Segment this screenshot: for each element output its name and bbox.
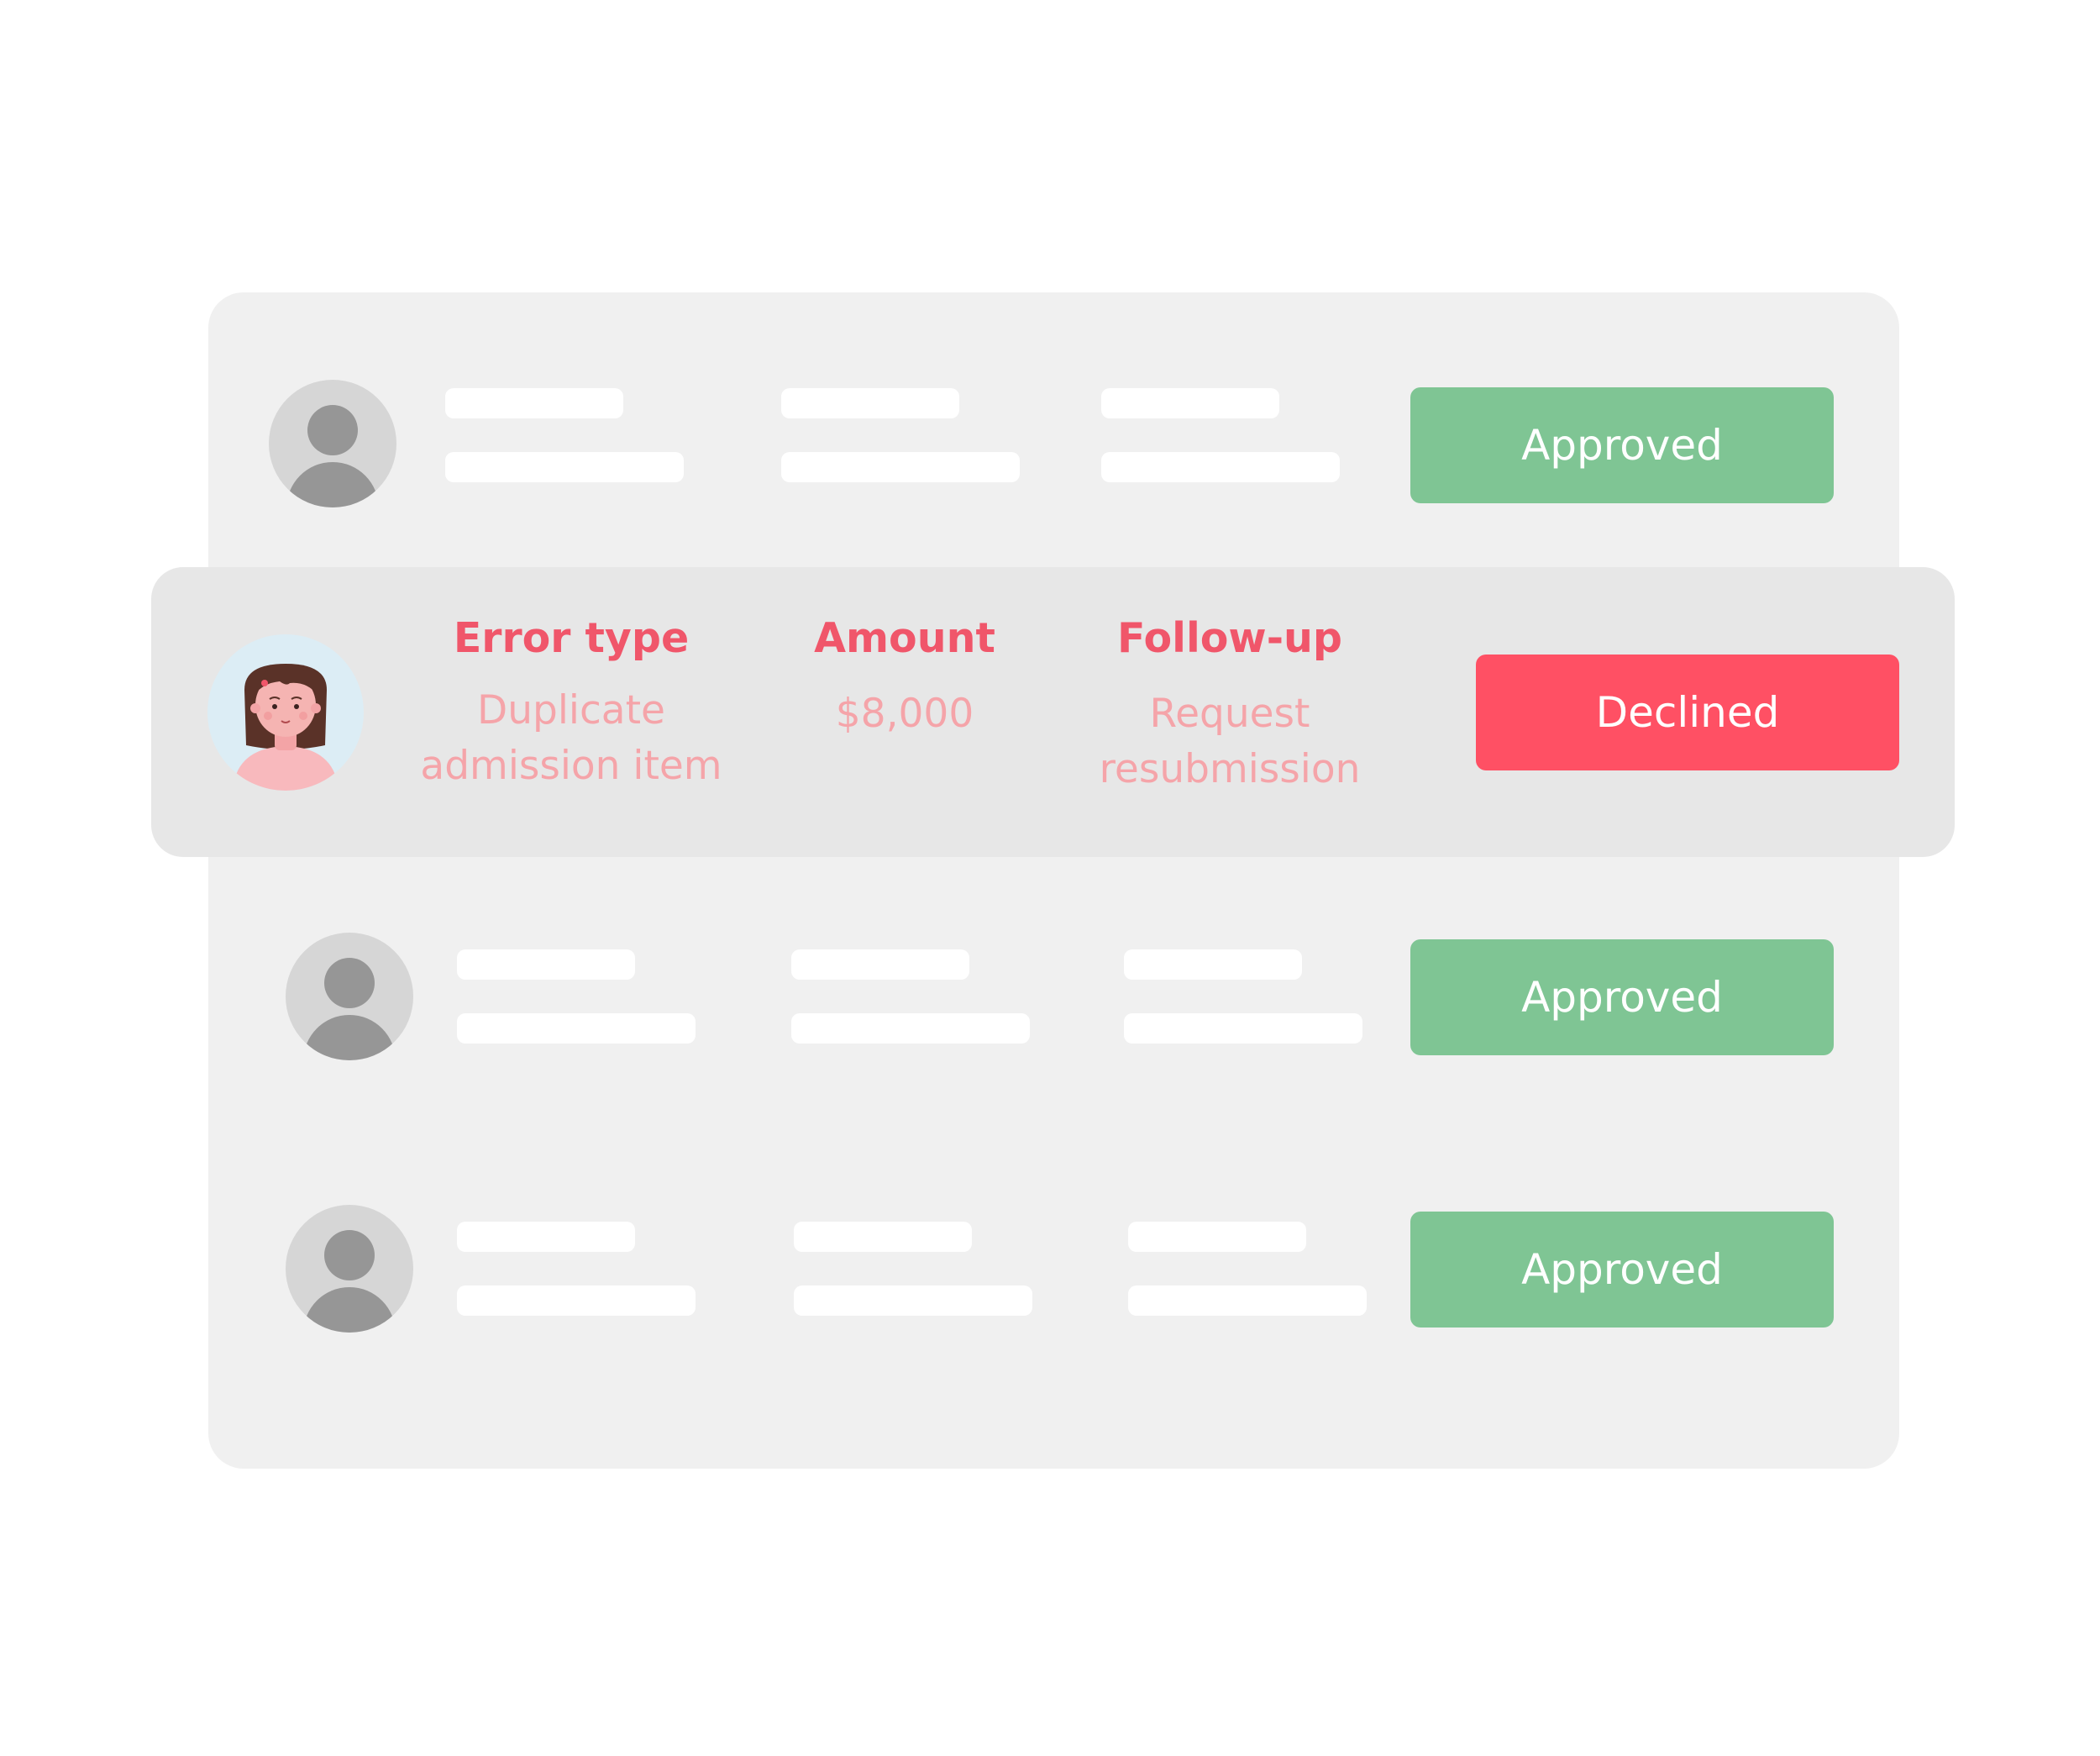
user-placeholder-icon xyxy=(286,1205,413,1333)
error-type-header: Error type xyxy=(453,614,690,662)
placeholder-text xyxy=(1128,1222,1306,1252)
follow-up-value-line1: Request xyxy=(1149,691,1310,737)
declined-button[interactable]: Declined xyxy=(1476,655,1899,770)
claims-list-panel: Approved Approved Approved xyxy=(208,292,1899,1469)
placeholder-text xyxy=(445,388,623,418)
approved-button[interactable]: Approved xyxy=(1410,387,1834,503)
amount-value: $8,000 xyxy=(835,691,974,737)
placeholder-text xyxy=(794,1285,1032,1316)
user-placeholder-icon xyxy=(269,380,396,507)
follow-up-value-line2: resubmission xyxy=(1099,746,1361,792)
placeholder-text xyxy=(457,1013,696,1044)
approved-button[interactable]: Approved xyxy=(1410,1212,1834,1328)
placeholder-text xyxy=(457,1285,696,1316)
placeholder-text xyxy=(1124,1013,1362,1044)
placeholder-text xyxy=(781,452,1020,482)
placeholder-text xyxy=(1101,452,1340,482)
placeholder-text xyxy=(781,388,959,418)
error-type-value-line2: admission item xyxy=(420,743,722,789)
placeholder-text xyxy=(791,1013,1030,1044)
amount-header: Amount xyxy=(814,614,995,662)
placeholder-text xyxy=(445,452,684,482)
placeholder-text xyxy=(791,949,969,980)
claim-row-declined[interactable]: Error type Duplicate admission item Amou… xyxy=(151,567,1955,857)
user-placeholder-icon xyxy=(286,933,413,1060)
follow-up-header: Follow-up xyxy=(1117,614,1342,662)
placeholder-text xyxy=(1124,949,1302,980)
approved-button[interactable]: Approved xyxy=(1410,939,1834,1055)
user-avatar-icon xyxy=(207,634,364,791)
placeholder-text xyxy=(457,1222,635,1252)
placeholder-text xyxy=(1101,388,1279,418)
placeholder-text xyxy=(1128,1285,1367,1316)
placeholder-text xyxy=(457,949,635,980)
placeholder-text xyxy=(794,1222,972,1252)
error-type-value-line1: Duplicate xyxy=(477,687,665,733)
